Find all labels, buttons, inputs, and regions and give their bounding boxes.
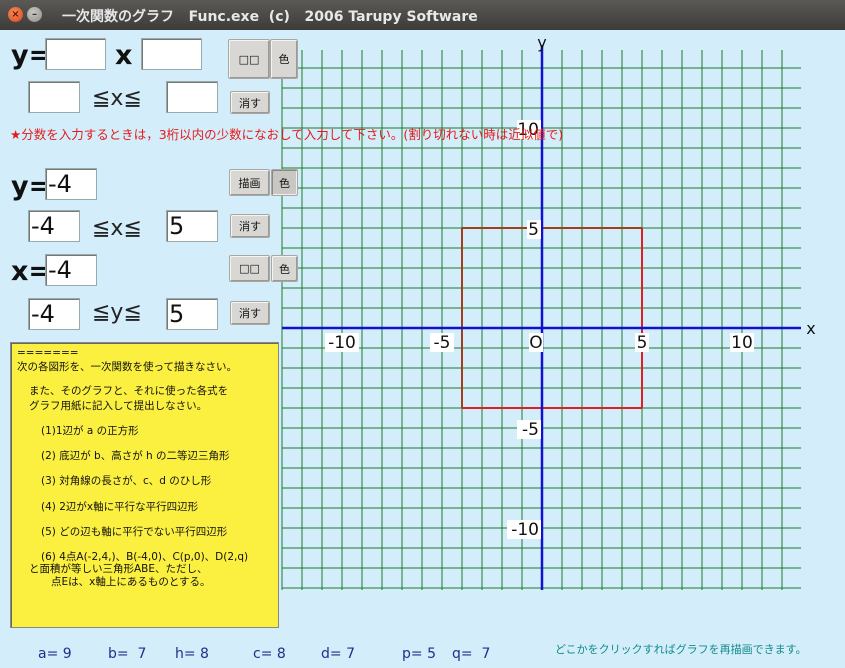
panel-line: (5) どの辺も軸に平行でない平行四辺形: [41, 526, 228, 538]
row3-color-button[interactable]: 色: [271, 255, 298, 282]
row3-range-to-input[interactable]: 5: [166, 298, 218, 330]
panel-line: 点Eは、x軸上にあるものとする。: [51, 576, 211, 588]
panel-line: (2) 底辺が b、高さが h の二等辺三角形: [41, 450, 230, 462]
row3-draw-button[interactable]: □□: [229, 255, 270, 282]
x-tick-label: 5: [637, 333, 648, 353]
x-tick-label: 10: [731, 333, 753, 353]
row2-value-input[interactable]: -4: [45, 168, 97, 200]
row1-slope-input[interactable]: [45, 38, 106, 70]
panel-line: (3) 対角線の長さが、c、d のひし形: [41, 475, 212, 487]
redraw-hint: どこかをクリックすればグラフを再描画できます。: [555, 643, 807, 656]
row2-draw-button[interactable]: 描画: [229, 169, 270, 196]
row1-color-button[interactable]: 色: [270, 39, 298, 79]
row1-range-label: ≦x≦: [92, 86, 142, 111]
param-p: p= 5: [402, 646, 436, 662]
row2-range-to-input[interactable]: 5: [166, 210, 218, 242]
row2-range-from-input[interactable]: -4: [28, 210, 80, 242]
x-axis-label: x: [806, 319, 815, 338]
row1-range-from-input[interactable]: [28, 81, 80, 113]
param-d: d= 7: [321, 646, 355, 662]
param-c: c= 8: [253, 646, 286, 662]
y-tick-label: -5: [522, 420, 539, 440]
row3-value-input[interactable]: -4: [45, 254, 97, 286]
row1-x-label: x: [115, 40, 133, 71]
panel-line: 次の各図形を、一次関数を使って描きなさい。: [17, 361, 237, 373]
row3-range-label: ≦y≦: [92, 300, 142, 325]
panel-line: (4) 2辺がx軸に平行な平行四辺形: [41, 501, 199, 513]
row1-range-to-input[interactable]: [166, 81, 218, 113]
x-tick-label: -5: [434, 333, 451, 353]
param-q: q= 7: [452, 646, 491, 662]
param-b: b= 7: [108, 646, 147, 662]
panel-line: (1)1辺が a の正方形: [41, 425, 139, 437]
y-axis-label: y: [537, 33, 546, 52]
y-tick-label: -10: [511, 520, 539, 540]
row2-range-label: ≦x≦: [92, 216, 142, 241]
assignment-panel[interactable]: ======= 次の各図形を、一次関数を使って描きなさい。 また、そのグラフと、…: [10, 342, 279, 628]
row2-erase-button[interactable]: 消す: [230, 214, 270, 238]
x-tick-label: -10: [328, 333, 356, 353]
param-h: h= 8: [175, 646, 209, 662]
row2-color-button[interactable]: 色: [271, 169, 298, 196]
fraction-note: ★分数を入力するときは，3桁以内の少数になおして入力して下さい。(割り切れない時…: [10, 127, 564, 142]
row3-erase-button[interactable]: 消す: [230, 301, 270, 325]
panel-line: また、そのグラフと、それに使った各式を: [29, 385, 229, 397]
panel-line: グラフ用紙に記入して提出しなさい。: [29, 400, 208, 412]
origin-label: O: [529, 333, 542, 353]
row3-range-from-input[interactable]: -4: [28, 298, 80, 330]
row1-draw-button[interactable]: □□: [228, 39, 270, 79]
row1-erase-button[interactable]: 消す: [230, 91, 270, 114]
panel-line: =======: [17, 347, 79, 359]
y-tick-label: 5: [528, 220, 539, 240]
row1-intercept-input[interactable]: [141, 38, 202, 70]
param-a: a= 9: [38, 646, 72, 662]
